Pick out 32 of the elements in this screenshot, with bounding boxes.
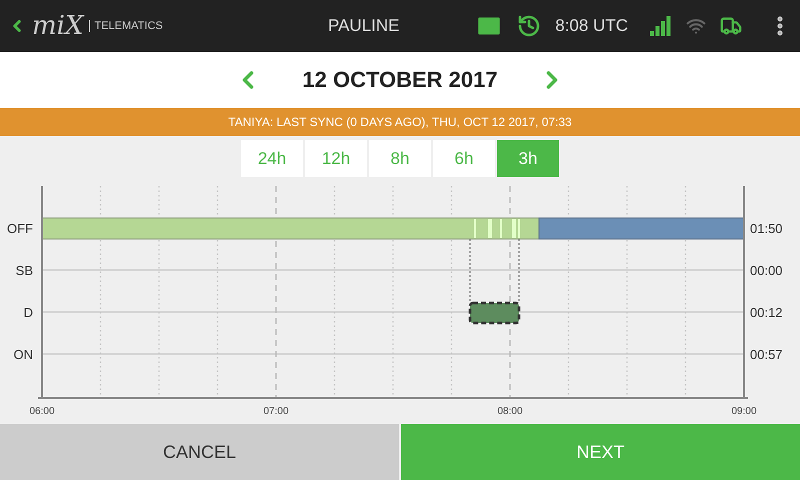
range-tab[interactable]: 6h (433, 140, 495, 177)
range-tab[interactable]: 3h (497, 140, 559, 177)
sync-banner: TANIYA: LAST SYNC (0 DAYS AGO), THU, OCT 12 2017, 07:33 (0, 108, 800, 136)
range-tab[interactable]: 8h (369, 140, 431, 177)
hour-label: 09:00 (731, 406, 757, 417)
truck-icon[interactable] (720, 15, 742, 37)
wifi-icon (686, 16, 706, 36)
leader-line (518, 238, 520, 304)
next-button[interactable]: NEXT (401, 424, 800, 480)
status-label: ON (14, 347, 33, 362)
brand-name: TELEMATICS (89, 20, 163, 32)
logo: miX (32, 11, 84, 41)
status-label: D (24, 305, 33, 320)
driver-name: PAULINE (327, 16, 400, 36)
driving-bar[interactable] (468, 302, 520, 324)
hour-label: 07:00 (263, 406, 289, 417)
range-tab[interactable]: 24h (241, 140, 303, 177)
status-total: 01:50 (750, 221, 783, 236)
status-total: 00:00 (750, 263, 783, 278)
highlight-stripes (474, 219, 520, 238)
hour-label: 06:00 (29, 406, 55, 417)
status-label: SB (16, 263, 33, 278)
clock-time: 8:08 UTC (555, 16, 628, 36)
status-label: OFF (7, 221, 33, 236)
date-title: 12 OCTOBER 2017 (302, 67, 498, 93)
status-total: 00:12 (750, 305, 783, 320)
status-total: 00:57 (750, 347, 783, 362)
range-tab[interactable]: 12h (305, 140, 367, 177)
signal-icon (650, 16, 672, 36)
cancel-button[interactable]: CANCEL (0, 424, 399, 480)
hour-label: 08:00 (497, 406, 523, 417)
history-icon[interactable] (517, 14, 542, 38)
